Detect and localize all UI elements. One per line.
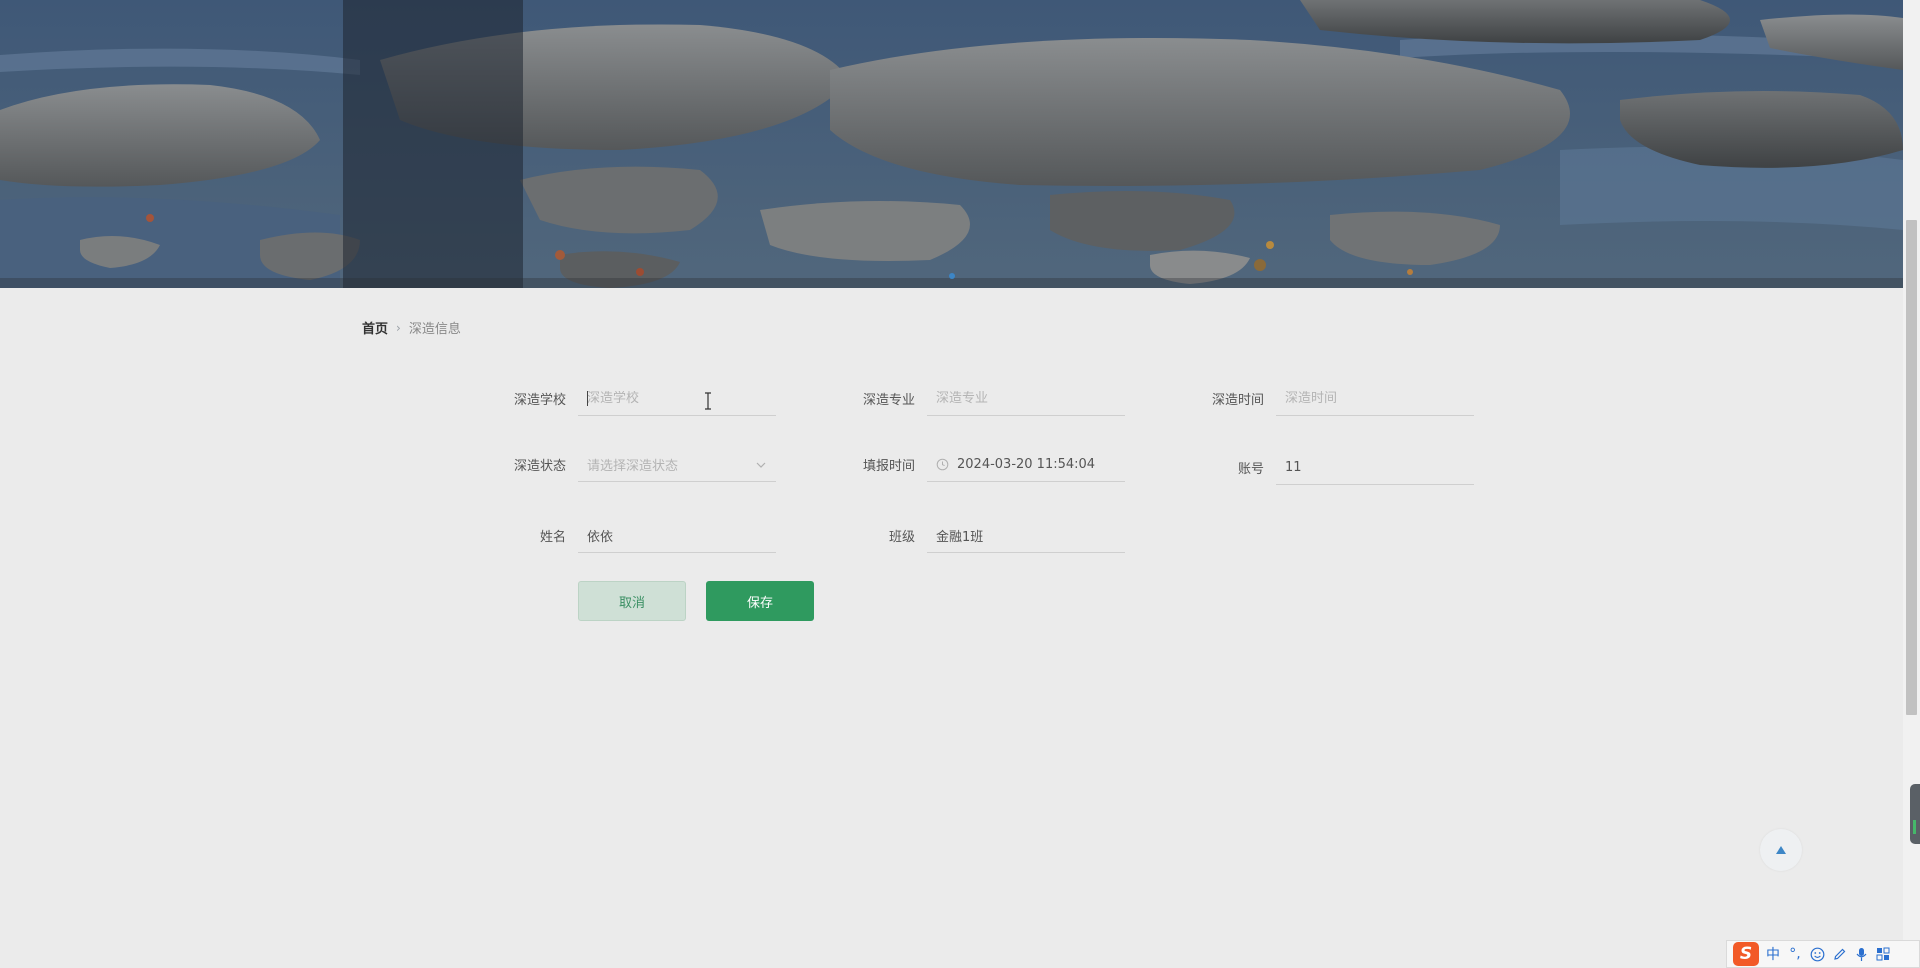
status-label: 深造状态: [513, 459, 566, 474]
side-widget-indicator: [1913, 820, 1916, 834]
fill-time-picker[interactable]: 2024-03-20 11:54:04: [927, 448, 1125, 482]
breadcrumb-current: 深造信息: [408, 322, 461, 337]
cancel-button[interactable]: 取消: [578, 581, 686, 621]
breadcrumb-home[interactable]: 首页: [362, 318, 388, 337]
scrollbar-thumb[interactable]: [1906, 220, 1917, 715]
major-input[interactable]: [936, 391, 1116, 406]
major-field: [927, 382, 1125, 416]
class-field: [927, 519, 1125, 553]
school-input[interactable]: [587, 391, 767, 406]
mic-icon[interactable]: [1853, 947, 1869, 962]
ime-mode-toggle[interactable]: 中: [1765, 944, 1781, 964]
study-time-input[interactable]: [1285, 391, 1465, 406]
school-field: [578, 382, 776, 416]
major-label: 深造专业: [862, 393, 915, 408]
breadcrumb: 首页 › 深造信息: [362, 318, 461, 338]
form-item-major: 深造专业: [863, 382, 1125, 416]
ime-punctuation-toggle[interactable]: °,: [1787, 946, 1803, 962]
study-time-label: 深造时间: [1211, 393, 1264, 408]
hero-banner: [0, 0, 1903, 288]
study-time-field: [1276, 382, 1474, 416]
account-input[interactable]: [1285, 460, 1465, 475]
breadcrumb-separator: ›: [396, 320, 401, 335]
form-item-name: 姓名: [540, 519, 776, 553]
status-select[interactable]: 请选择深造状态: [578, 448, 776, 482]
text-caret: [587, 391, 588, 406]
account-label: 账号: [1237, 462, 1264, 477]
pen-icon[interactable]: [1831, 947, 1847, 962]
name-field: [578, 519, 776, 553]
class-input[interactable]: [936, 528, 1116, 543]
side-widget[interactable]: [1910, 784, 1920, 844]
clock-icon: [936, 458, 949, 471]
ime-logo-icon[interactable]: S: [1733, 942, 1759, 966]
name-input[interactable]: [587, 528, 767, 543]
grid-icon[interactable]: [1875, 947, 1891, 961]
school-label: 深造学校: [513, 393, 566, 408]
fill-time-value: 2024-03-20 11:54:04: [957, 457, 1096, 472]
form-item-class: 班级: [889, 519, 1125, 553]
chevron-down-icon: [756, 462, 766, 468]
class-label: 班级: [888, 530, 915, 545]
carousel-indicator[interactable]: [949, 273, 955, 279]
back-to-top-button[interactable]: [1760, 829, 1802, 871]
ime-toolbar: S 中 °,: [1726, 940, 1920, 968]
name-label: 姓名: [539, 530, 566, 545]
form-item-school: 深造学校: [514, 382, 776, 416]
arrow-up-icon: [1776, 846, 1786, 854]
emoji-icon[interactable]: [1809, 947, 1825, 962]
form-item-account: 账号: [1238, 451, 1474, 485]
form-item-fill-time: 填报时间 2024-03-20 11:54:04: [863, 448, 1125, 482]
form-item-status: 深造状态 请选择深造状态: [514, 448, 776, 482]
fill-time-label: 填报时间: [862, 459, 915, 474]
rocky-shore-image: [0, 0, 1903, 288]
form-item-study-time: 深造时间: [1212, 382, 1474, 416]
text-cursor-icon: [705, 392, 711, 410]
status-placeholder: 请选择深造状态: [587, 459, 679, 474]
account-field: [1276, 451, 1474, 485]
save-button[interactable]: 保存: [706, 581, 814, 621]
